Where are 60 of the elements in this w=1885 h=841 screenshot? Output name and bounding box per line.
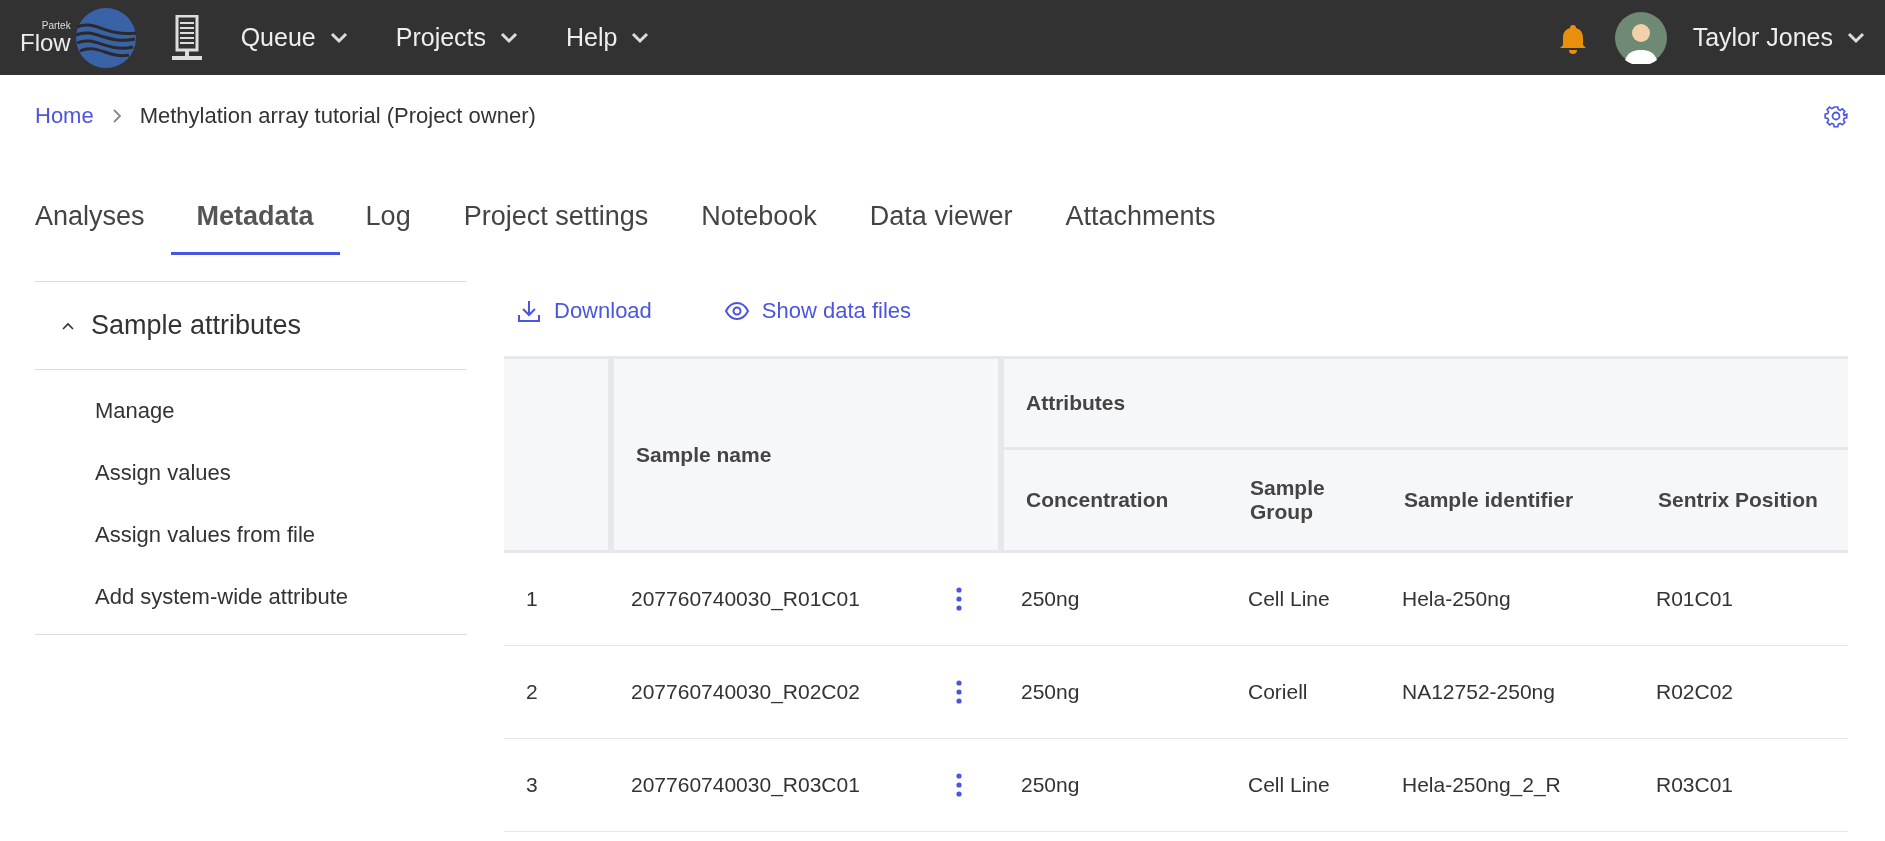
nav-menu[interactable]: Projects xyxy=(395,23,519,52)
chevron-down-icon xyxy=(329,31,348,44)
wave-globe-icon xyxy=(74,6,137,69)
table-cell: Cell Line xyxy=(1248,587,1330,610)
table-cell: 250ng xyxy=(1021,680,1080,703)
breadcrumb-current: Methylation array tutorial (Project owner) xyxy=(139,103,536,129)
column-header: Sample Group xyxy=(1228,448,1382,552)
column-header: Sample identifier xyxy=(1382,448,1636,552)
nav-menu[interactable]: Queue xyxy=(240,23,348,52)
sidebar-item[interactable]: Manage xyxy=(35,380,467,442)
sidebar-item[interactable]: Assign values from file xyxy=(35,504,467,566)
column-header: Concentration xyxy=(1001,448,1228,552)
server-icon[interactable] xyxy=(170,14,203,61)
group-header: Attributes xyxy=(1001,357,1848,449)
sidebar-item[interactable]: Assign values xyxy=(35,442,467,504)
chevron-down-icon xyxy=(631,31,650,44)
row-number: 3 xyxy=(504,738,611,832)
settings-icon[interactable] xyxy=(1824,104,1848,128)
toolbar-button[interactable]: Show data files xyxy=(711,298,924,324)
breadcrumb-link[interactable]: Home xyxy=(35,103,94,129)
table-cell: R03C01 xyxy=(1656,773,1734,796)
tab[interactable]: Notebook xyxy=(701,185,817,255)
table-cell: Coriell xyxy=(1248,680,1308,703)
table-cell: 207760740030_R01C01 xyxy=(631,587,860,611)
toolbar-button[interactable]: Download xyxy=(504,298,664,324)
row-number: 2 xyxy=(504,645,611,739)
tab[interactable]: Analyses xyxy=(35,185,145,255)
table-cell: 250ng xyxy=(1021,773,1080,796)
table-cell: 207760740030_R03C01 xyxy=(631,773,860,797)
section-toggle[interactable]: Sample attributes xyxy=(35,282,467,370)
more-options-icon[interactable] xyxy=(955,679,963,705)
table-cell: Cell Line xyxy=(1248,773,1330,796)
table-cell: R02C02 xyxy=(1656,680,1734,703)
user-menu[interactable]: Taylor Jones xyxy=(1692,23,1865,52)
logo-brand: Partek xyxy=(41,20,71,31)
tab[interactable]: Attachments xyxy=(1065,185,1216,255)
nav-menu[interactable]: Help xyxy=(566,23,650,52)
tab[interactable]: Metadata xyxy=(170,185,340,255)
caret-icon xyxy=(61,320,75,331)
more-options-icon[interactable] xyxy=(955,772,963,798)
more-options-icon[interactable] xyxy=(955,586,963,612)
column-header: Sentrix Position xyxy=(1636,448,1848,552)
chevron-down-icon xyxy=(1847,31,1865,44)
row-number: 1 xyxy=(504,551,611,646)
chevron-down-icon xyxy=(500,31,519,44)
column-header: Sample name xyxy=(611,357,1001,552)
table-cell: R01C01 xyxy=(1656,587,1734,610)
table-cell: 207760740030_R02C02 xyxy=(631,680,860,704)
chevron-right-icon xyxy=(111,108,122,124)
table-cell: Hela-250ng_2_R xyxy=(1402,773,1561,796)
sidebar-item[interactable]: Add system-wide attribute xyxy=(35,566,467,628)
logo-product: Flow xyxy=(20,30,71,55)
table-cell: Hela-250ng xyxy=(1402,587,1511,610)
tab[interactable]: Data viewer xyxy=(869,185,1013,255)
table-cell: NA12752-250ng xyxy=(1402,680,1555,703)
tab[interactable]: Project settings xyxy=(463,185,649,255)
table-cell: 250ng xyxy=(1021,587,1080,610)
avatar[interactable] xyxy=(1614,11,1667,64)
download-icon xyxy=(516,298,542,324)
tab[interactable]: Log xyxy=(365,185,411,255)
